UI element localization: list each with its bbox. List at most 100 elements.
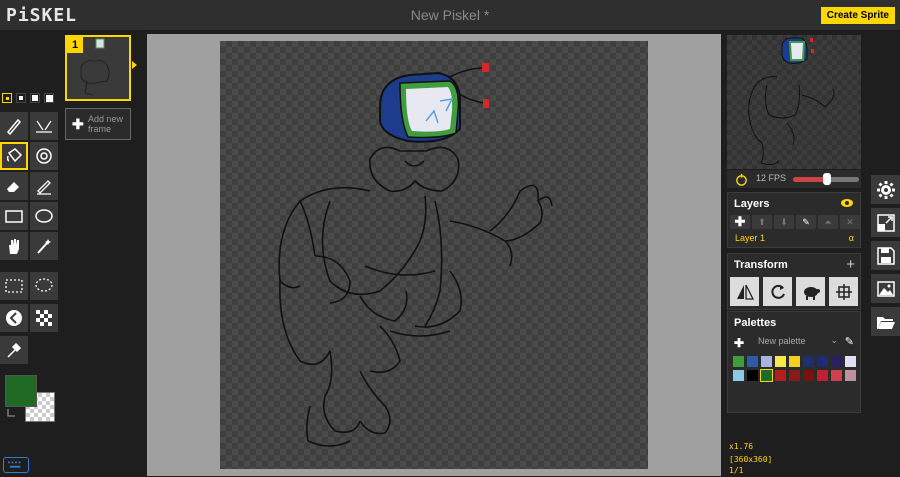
layer-name: Layer 1: [735, 233, 766, 243]
clone-button[interactable]: [796, 277, 825, 306]
add-frame-label: Add new frame: [88, 114, 124, 134]
merge-icon: ⏶: [824, 216, 832, 227]
dithering-tool[interactable]: [30, 304, 58, 332]
palette-swatch[interactable]: [803, 370, 814, 381]
pen-size-4[interactable]: [44, 93, 54, 103]
pencil-icon: ✎: [802, 216, 810, 227]
mirror-pen-icon: [36, 120, 52, 133]
rectangle-tool[interactable]: [0, 202, 28, 230]
preview-sprite: [748, 37, 835, 166]
edit-palette-icon[interactable]: ✎: [845, 335, 854, 348]
save-button[interactable]: [871, 241, 900, 270]
top-bar: PiSKEL New Piskel * Create Sprite: [0, 0, 900, 31]
add-palette-icon[interactable]: ✚: [734, 336, 744, 350]
palette-swatch[interactable]: [775, 356, 786, 367]
lasso-selection-tool[interactable]: [30, 272, 58, 300]
swap-colors-icon[interactable]: [6, 407, 18, 419]
keyboard-shortcuts-icon[interactable]: [3, 457, 29, 473]
mirror-pen-tool[interactable]: [30, 112, 58, 140]
align-center-icon: [835, 283, 852, 300]
onion-skin-icon[interactable]: [735, 173, 748, 186]
rectangle-selection-icon: [5, 279, 23, 293]
expand-transform-icon[interactable]: +: [846, 256, 855, 273]
primary-color-swatch[interactable]: [5, 375, 37, 407]
pen-tool[interactable]: [0, 112, 28, 140]
image-icon: [876, 280, 895, 297]
palette-swatch[interactable]: [817, 356, 828, 367]
stroke-tool[interactable]: [30, 172, 58, 200]
move-layer-up-button[interactable]: ⬆: [752, 215, 772, 229]
palette-swatch[interactable]: [789, 356, 800, 367]
drawing-canvas[interactable]: [220, 41, 648, 469]
settings-button[interactable]: [871, 175, 900, 204]
paint-all-same-color-tool[interactable]: [30, 142, 58, 170]
sprite-drawing: [278, 63, 553, 447]
shape-selection-tool[interactable]: [30, 232, 58, 260]
rectangle-selection-tool[interactable]: [0, 272, 28, 300]
paint-bucket-icon: [6, 148, 23, 163]
palette-swatch[interactable]: [760, 369, 773, 382]
import-button[interactable]: [871, 307, 900, 336]
pen-size-3[interactable]: [30, 93, 40, 103]
document-title: New Piskel *: [410, 7, 490, 23]
rename-layer-button[interactable]: ✎: [796, 215, 816, 229]
move-tool[interactable]: [0, 232, 28, 260]
palette-swatch[interactable]: [831, 356, 842, 367]
palette-swatch[interactable]: [775, 370, 786, 381]
plus-icon: ✚: [72, 116, 84, 132]
eyedropper-icon: [7, 342, 22, 358]
pen-size-2[interactable]: [16, 93, 26, 103]
sheep-icon: [803, 286, 820, 300]
palette-swatch[interactable]: [733, 370, 744, 381]
layers-panel: Layers ✚ ⬆ ⬇ ✎ ⏶ ✕ Layer 1 α: [727, 192, 861, 248]
pen-size-1[interactable]: [2, 93, 12, 103]
palette-swatch[interactable]: [817, 370, 828, 381]
palettes-panel: Palettes ✚ New palette ⌄ ✎: [727, 311, 861, 413]
canvas-size: [360x360]: [729, 455, 773, 464]
export-button[interactable]: [871, 274, 900, 303]
color-picker-tool[interactable]: [0, 336, 28, 364]
palette-swatch[interactable]: [803, 356, 814, 367]
create-sprite-button[interactable]: Create Sprite: [820, 7, 895, 24]
arrow-up-icon: ⬆: [758, 216, 766, 227]
palette-swatch[interactable]: [831, 370, 842, 381]
layer-opacity-button[interactable]: α: [849, 233, 854, 243]
palette-swatch[interactable]: [761, 356, 772, 367]
fps-slider-handle[interactable]: [823, 173, 831, 185]
palette-swatch[interactable]: [845, 370, 856, 381]
palette-swatch[interactable]: [747, 370, 758, 381]
lasso-icon: [35, 278, 53, 292]
flip-horizontal-button[interactable]: [730, 277, 759, 306]
circle-tool[interactable]: [30, 202, 58, 230]
add-frame-button[interactable]: ✚ Add new frame: [65, 108, 131, 140]
move-layer-down-button[interactable]: ⬇: [774, 215, 794, 229]
resize-button[interactable]: [871, 208, 900, 237]
right-panel: 12 FPS Layers ✚ ⬆ ⬇ ✎ ⏶ ✕ Layer 1 α Tran…: [725, 30, 865, 476]
drawing-workspace: [147, 34, 721, 476]
add-layer-button[interactable]: ✚: [730, 214, 750, 229]
delete-layer-button[interactable]: ✕: [840, 215, 860, 229]
zoom-level: x1.76: [729, 442, 754, 451]
eraser-tool[interactable]: [0, 172, 28, 200]
eye-icon[interactable]: [840, 198, 854, 208]
palette-select[interactable]: New palette ⌄: [750, 335, 842, 349]
animation-preview[interactable]: [727, 35, 861, 169]
lighten-icon: [6, 310, 22, 326]
lighten-tool[interactable]: [0, 304, 28, 332]
palette-swatch[interactable]: [733, 356, 744, 367]
stroke-icon: [37, 180, 51, 195]
palette-swatch[interactable]: [747, 356, 758, 367]
paint-bucket-tool[interactable]: [0, 142, 28, 170]
rotate-button[interactable]: [763, 277, 792, 306]
merge-layer-button[interactable]: ⏶: [818, 215, 838, 229]
palette-select-value: New palette: [758, 336, 806, 346]
frame-thumbnail[interactable]: 1: [65, 35, 131, 101]
center-button[interactable]: [829, 277, 858, 306]
tools-panel: [0, 30, 62, 476]
frame-counter: 1/1: [729, 466, 744, 475]
layer-item[interactable]: Layer 1 α: [730, 233, 858, 245]
transform-panel: Transform +: [727, 253, 861, 310]
circle-icon: [35, 209, 53, 223]
palette-swatch[interactable]: [845, 356, 856, 367]
palette-swatch[interactable]: [789, 370, 800, 381]
